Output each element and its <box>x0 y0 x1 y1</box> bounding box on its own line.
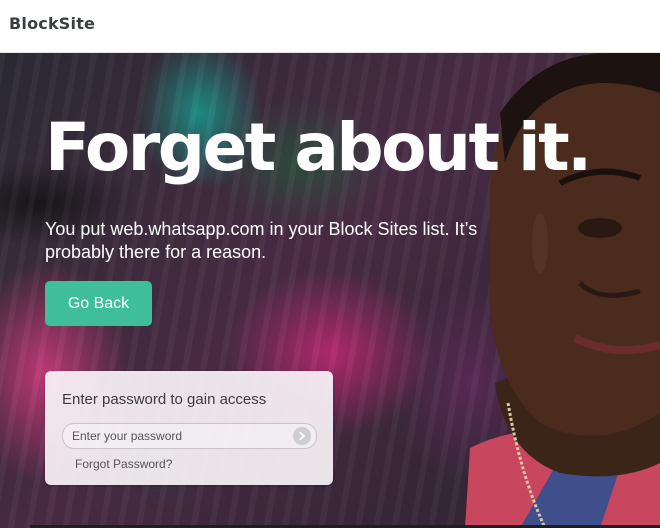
block-message: You put web.whatsapp.com in your Block S… <box>45 219 478 262</box>
password-card-title: Enter password to gain access <box>62 391 267 408</box>
hero-background: Forget about it. You put web.whatsapp.co… <box>0 53 660 528</box>
blocksite-logo[interactable]: BlockSite <box>9 14 95 33</box>
page-title: Forget about it. <box>45 109 592 186</box>
forgot-password-link[interactable]: Forgot Password? <box>75 457 172 471</box>
go-back-button[interactable]: Go Back <box>45 281 152 326</box>
password-card: Enter password to gain access Forgot Pas… <box>45 371 333 485</box>
arrow-right-icon <box>299 431 305 441</box>
password-input[interactable] <box>72 424 287 448</box>
top-bar: BlockSite <box>0 0 660 53</box>
password-field-wrapper <box>62 423 317 449</box>
password-submit-button[interactable] <box>293 427 311 445</box>
